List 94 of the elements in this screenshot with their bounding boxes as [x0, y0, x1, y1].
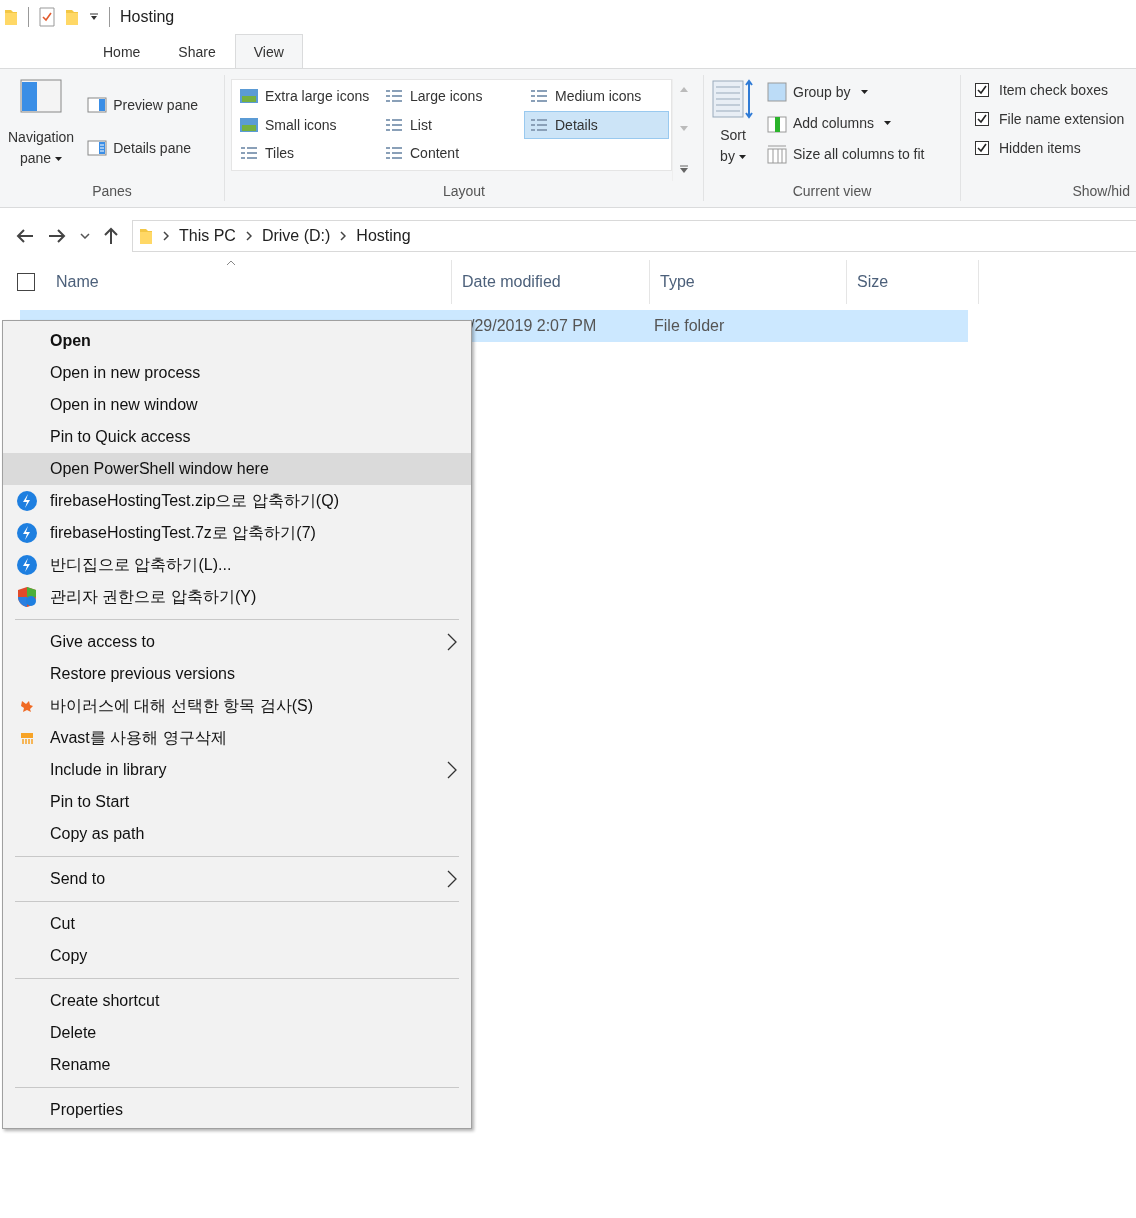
layout-option[interactable]: Large icons — [379, 82, 524, 110]
column-header[interactable]: Type — [650, 260, 847, 304]
navigation-pane-button[interactable]: Navigation pane — [6, 75, 77, 183]
menu-item[interactable]: Open PowerShell window here — [3, 453, 471, 485]
view-button[interactable]: Add columns — [762, 110, 930, 136]
layout-option[interactable]: List — [379, 110, 524, 139]
pane-icon — [87, 96, 108, 113]
group-label: Show/hid — [1071, 183, 1130, 201]
menu-item[interactable]: Delete — [3, 1017, 471, 1049]
chevron-icon[interactable] — [340, 231, 347, 241]
menu-item[interactable]: Give access to — [3, 626, 471, 658]
image-icon — [239, 87, 259, 105]
show-hide-checkbox[interactable]: Hidden items — [971, 137, 1130, 159]
recent-dropdown-icon[interactable] — [80, 233, 90, 239]
properties-icon[interactable] — [39, 7, 55, 27]
checkmark-icon — [977, 114, 987, 124]
type-cell: File folder — [654, 317, 725, 335]
menu-item[interactable]: Properties — [3, 1094, 471, 1126]
layout-option[interactable]: Small icons — [234, 110, 379, 139]
view-button[interactable]: Group by — [762, 79, 930, 106]
up-icon[interactable] — [104, 227, 118, 245]
layout-option[interactable]: Details — [524, 110, 669, 139]
menu-item[interactable]: Copy as path — [3, 818, 471, 850]
fit-columns-icon — [767, 143, 787, 164]
window-title: Hosting — [120, 8, 175, 26]
caret-icon — [883, 121, 891, 125]
checkmark-icon — [977, 143, 987, 153]
checkmark-icon — [977, 85, 987, 95]
shield-icon — [16, 586, 38, 608]
menu-item[interactable]: Include in library — [3, 754, 471, 786]
menu-item[interactable]: Copy — [3, 940, 471, 972]
chevron-icon[interactable] — [245, 231, 252, 241]
pane-button[interactable]: Preview pane — [82, 93, 203, 116]
date-cell-text: /29/2019 2:07 PM — [470, 317, 598, 335]
sort-by-button[interactable]: Sort by — [710, 75, 756, 183]
select-all-checkbox[interactable] — [17, 273, 35, 291]
column-header[interactable]: Date modified — [452, 260, 650, 304]
menu-item[interactable]: 관리자 권한으로 압축하기(Y) — [3, 581, 471, 613]
breadcrumb[interactable]: This PC — [179, 227, 236, 245]
sort-caret-icon — [226, 260, 236, 266]
layout-option[interactable]: Medium icons — [524, 82, 669, 110]
breadcrumb[interactable]: Drive (D:) — [261, 227, 331, 245]
menu-item[interactable]: Open in new process — [3, 357, 471, 389]
address-bar[interactable]: This PC Drive (D:) Hosting — [132, 220, 1136, 252]
chevron-icon[interactable] — [163, 231, 169, 241]
layout-option[interactable]: Extra large icons — [234, 82, 379, 110]
ribbon-tab[interactable]: View — [234, 34, 303, 68]
dropdown-icon[interactable] — [89, 13, 99, 21]
sort-icon — [712, 79, 754, 121]
pane-icon — [87, 139, 108, 156]
menu-item[interactable]: firebaseHostingTest.zip으로 압축하기(Q) — [3, 485, 471, 517]
view-button[interactable]: Size all columns to fit — [762, 140, 930, 167]
menu-item[interactable]: firebaseHostingTest.7z로 압축하기(7) — [3, 517, 471, 549]
caret-icon — [738, 155, 746, 160]
menu-item[interactable]: Open in new window — [3, 389, 471, 421]
columns-icon — [767, 113, 787, 133]
caret-icon — [55, 157, 63, 162]
splat-icon — [20, 699, 34, 713]
group-label: Layout — [441, 183, 486, 201]
menu-item[interactable]: 반디집으로 압축하기(L)... — [3, 549, 471, 581]
list-icon — [384, 87, 404, 105]
layout-option[interactable]: Content — [379, 139, 524, 168]
menu-item[interactable]: Avast를 사용해 영구삭제 — [3, 722, 471, 754]
group-label: Current view — [791, 183, 873, 201]
list-icon — [529, 87, 549, 105]
menu-item[interactable]: Pin to Start — [3, 786, 471, 818]
image-icon — [239, 115, 259, 134]
menu-item[interactable]: Cut — [3, 908, 471, 940]
menu-item[interactable]: 바이러스에 대해 선택한 항목 검사(S) — [3, 690, 471, 722]
lightning-icon — [16, 522, 38, 544]
lightning-icon — [16, 554, 38, 576]
group-label: Panes — [91, 183, 133, 201]
group-icon — [767, 82, 787, 103]
column-header[interactable]: Name — [46, 260, 452, 304]
forward-icon[interactable] — [48, 229, 66, 243]
expand-icon[interactable] — [679, 165, 689, 173]
menu-item[interactable]: Pin to Quick access — [3, 421, 471, 453]
column-header[interactable]: Size — [847, 260, 979, 304]
ribbon-tab[interactable]: Home — [84, 34, 160, 68]
layout-option[interactable]: Tiles — [234, 139, 379, 168]
show-hide-checkbox[interactable]: File name extension — [971, 108, 1130, 130]
menu-item[interactable]: Send to — [3, 863, 471, 895]
show-hide-checkbox[interactable]: Item check boxes — [971, 79, 1130, 101]
shredder-icon — [20, 731, 34, 745]
navigation-pane-icon — [20, 79, 63, 113]
caret-icon — [860, 90, 868, 95]
back-icon[interactable] — [16, 229, 34, 243]
breadcrumb[interactable]: Hosting — [356, 227, 411, 245]
menu-item[interactable]: Create shortcut — [3, 985, 471, 1017]
pane-button[interactable]: Details pane — [82, 136, 203, 159]
menu-item[interactable]: Restore previous versions — [3, 658, 471, 690]
lightning-icon — [16, 490, 38, 512]
ribbon-tab[interactable]: Share — [159, 34, 235, 68]
menu-item[interactable]: Rename — [3, 1049, 471, 1081]
